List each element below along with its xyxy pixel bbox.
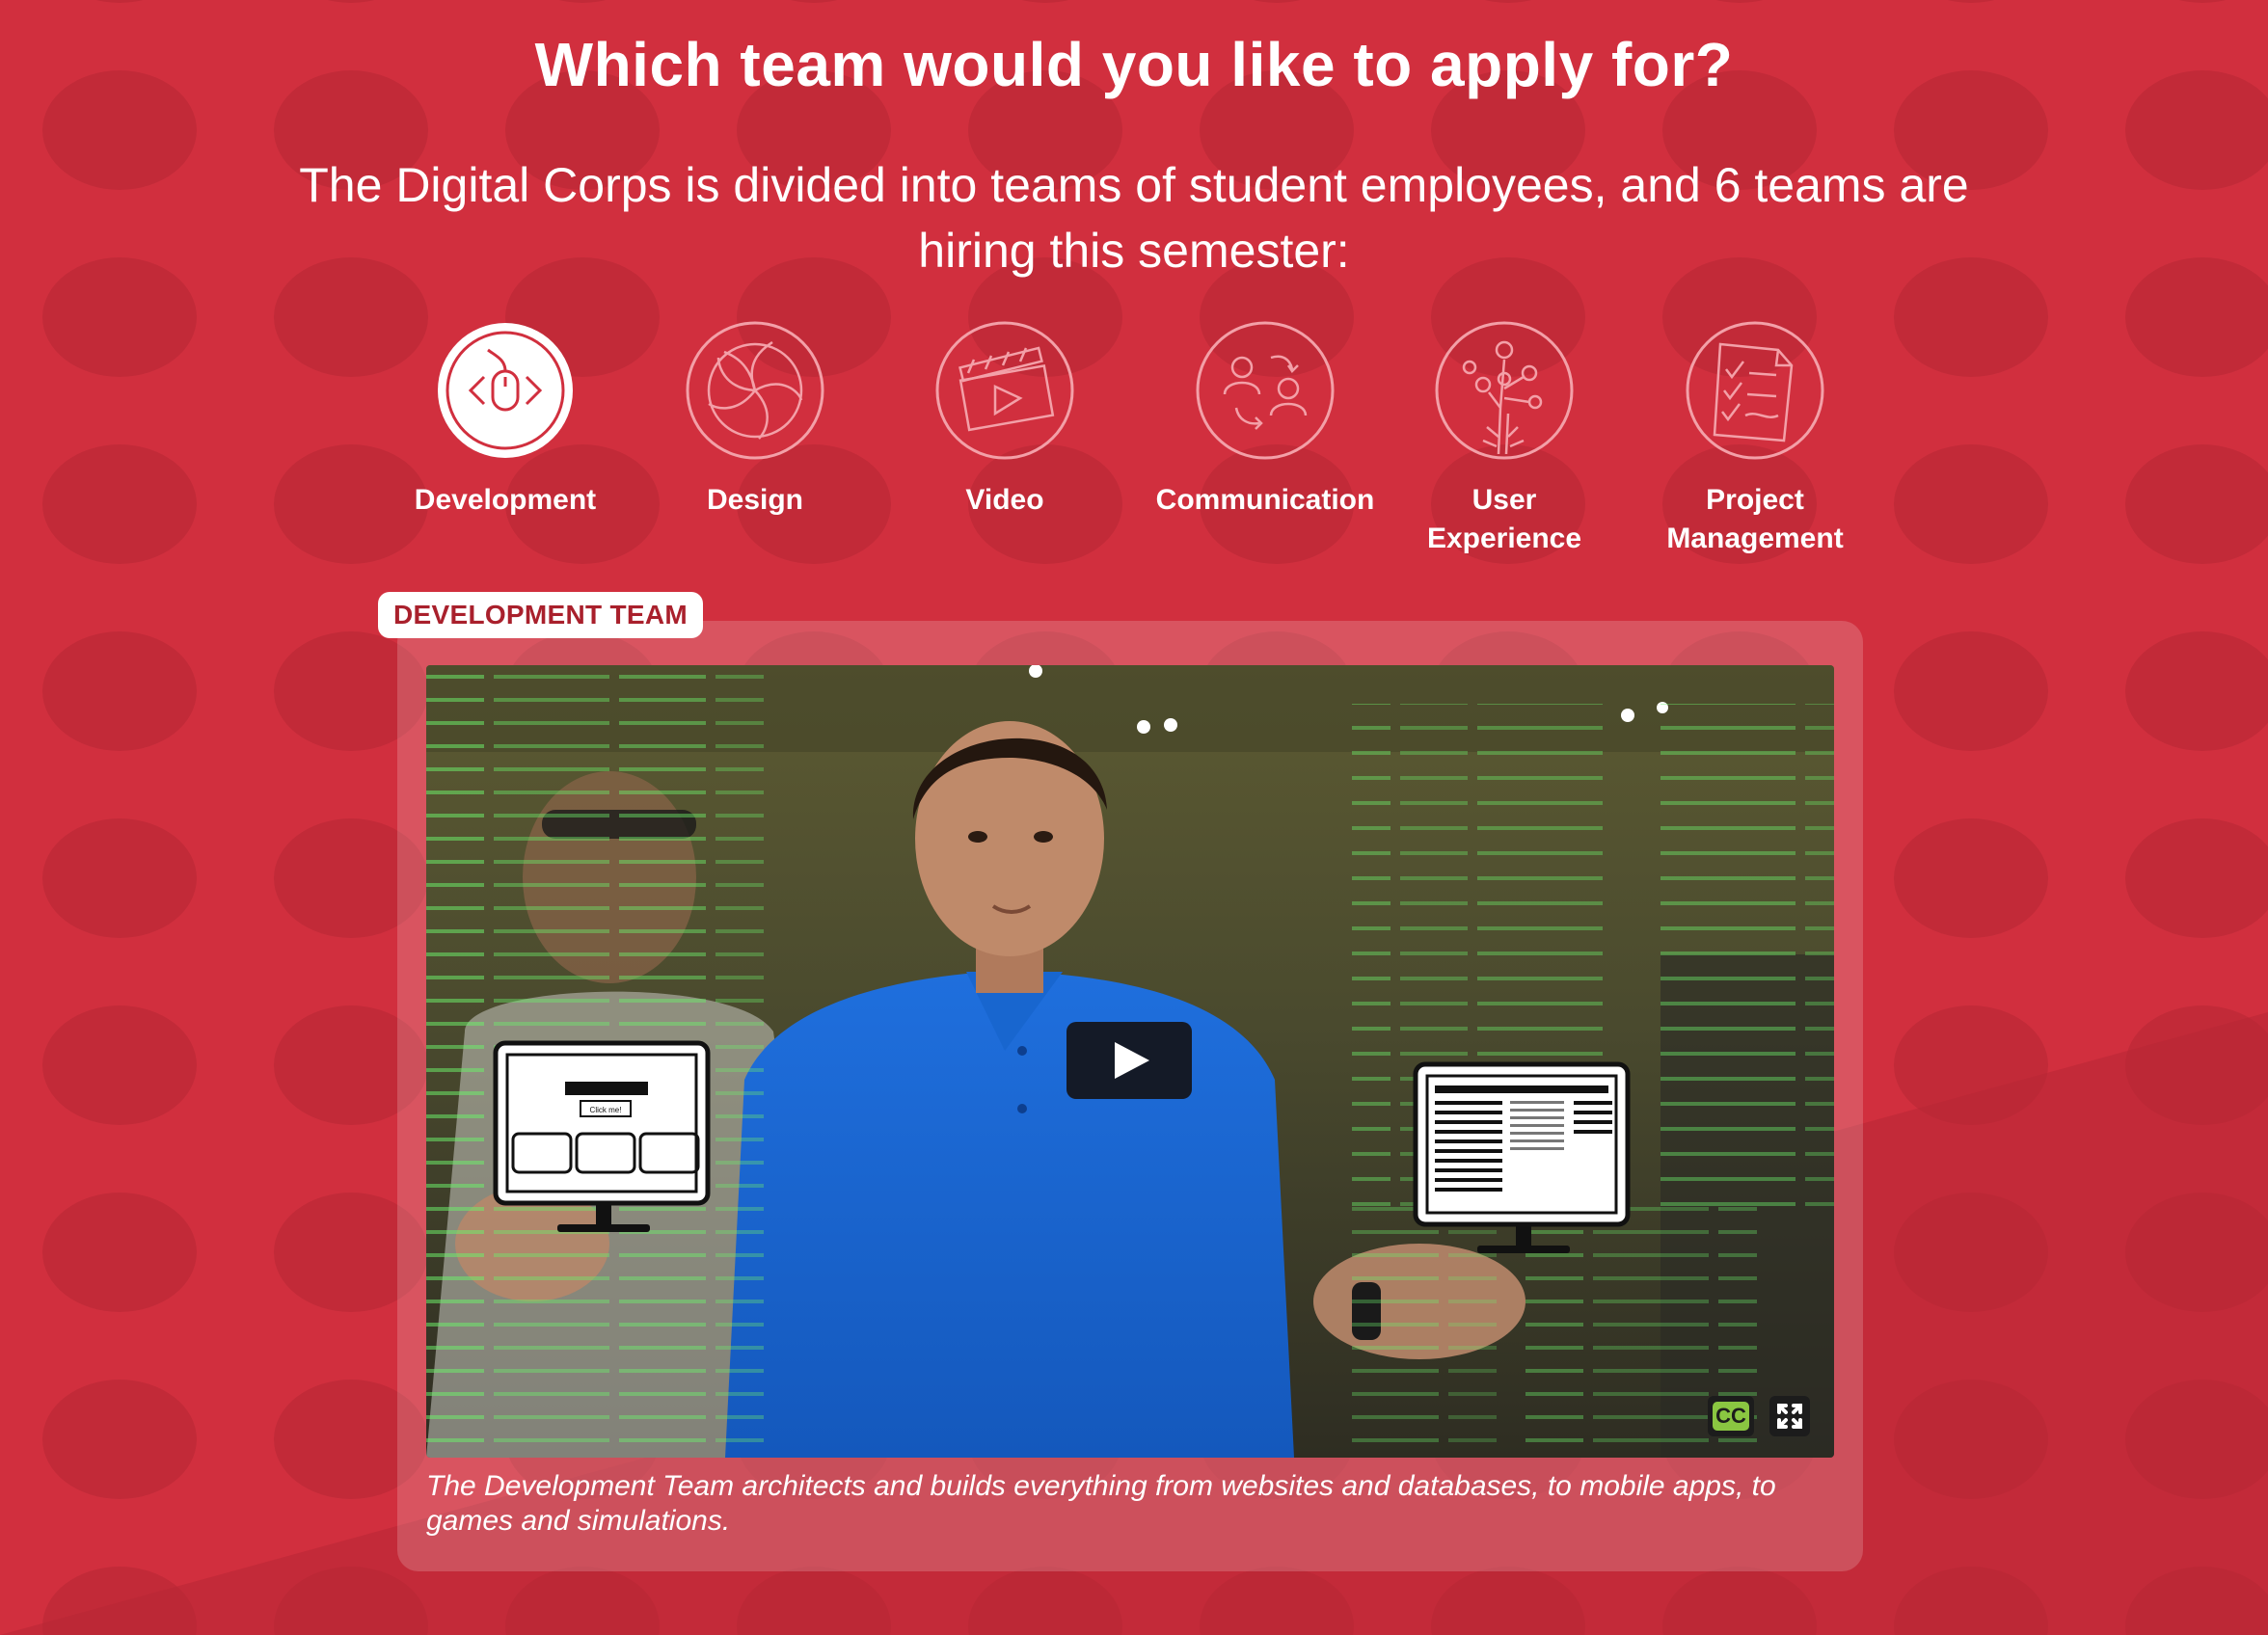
intro-text: The Digital Corps is divided into teams … <box>299 158 1969 278</box>
team-tab-video[interactable]: Video <box>889 318 1120 520</box>
team-tab-user-experience[interactable]: User Experience <box>1389 318 1620 558</box>
closed-captions-button[interactable]: CC <box>1708 1396 1754 1436</box>
play-icon <box>1115 1042 1149 1079</box>
fullscreen-icon <box>1777 1404 1802 1429</box>
checklist-clipboard-icon <box>1686 321 1824 460</box>
team-tab-communication[interactable]: Communication <box>1149 318 1381 520</box>
selected-team-badge: DEVELOPMENT TEAM <box>378 592 704 638</box>
code-mouse-icon <box>438 323 573 458</box>
team-label: Design <box>706 484 804 516</box>
tree-nodes-icon <box>1435 321 1574 460</box>
team-video-player[interactable]: Click me! CC <box>426 665 1834 1458</box>
cc-icon: CC <box>1713 1402 1749 1431</box>
people-exchange-icon <box>1196 321 1335 460</box>
team-label: Project Management <box>1666 484 1844 554</box>
team-label: User Experience <box>1426 484 1582 554</box>
team-description: The Development Team architects and buil… <box>426 1470 1776 1537</box>
play-button[interactable] <box>1066 1022 1192 1099</box>
team-tab-project-management[interactable]: Project Management <box>1639 318 1871 558</box>
team-tab-development[interactable]: Development <box>390 318 621 520</box>
team-label: Communication <box>1155 484 1375 516</box>
team-tab-design[interactable]: Design <box>639 318 871 520</box>
team-label: Development <box>414 484 597 516</box>
page-headline: Which team would you like to apply for? <box>534 30 1734 99</box>
team-selector: Development Design Video Communication U… <box>0 318 2268 569</box>
team-label: Video <box>965 484 1044 516</box>
flower-swirl-icon <box>686 321 824 460</box>
document-monitor-graphic <box>1413 1061 1631 1253</box>
clapper-play-icon <box>935 321 1074 460</box>
website-wireframe-monitor-graphic: Click me! <box>493 1040 711 1232</box>
fullscreen-button[interactable] <box>1769 1396 1810 1436</box>
svg-text:Click me!: Click me! <box>590 1106 622 1114</box>
